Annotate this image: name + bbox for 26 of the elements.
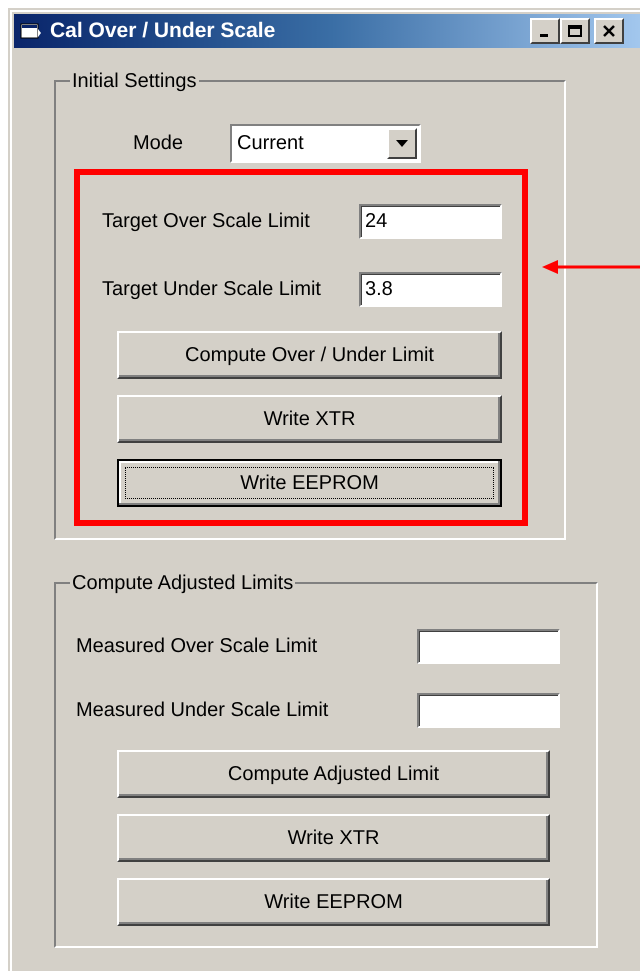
window-icon [20,21,42,41]
input-field[interactable] [417,692,560,728]
action-button[interactable]: Write XTR [117,395,502,443]
group-title: Compute Adjusted Limits [71,572,294,594]
field-label: Target Over Scale Limit [102,209,310,234]
action-button[interactable]: Write EEPROM [117,878,550,926]
minimize-button[interactable] [530,18,560,44]
action-button[interactable]: Write XTR [117,814,550,862]
field-label: Measured Over Scale Limit [76,634,318,659]
maximize-button[interactable] [560,18,590,44]
minimize-icon [540,34,548,36]
input-field[interactable] [417,628,560,664]
window-title: Cal Over / Under Scale [50,18,276,44]
group-title: Initial Settings [71,70,198,92]
field-label: Target Under Scale Limit [102,277,321,302]
action-button[interactable]: Compute Over / Under Limit [117,331,502,379]
action-button[interactable]: Write EEPROM [117,459,502,507]
input-field[interactable]: 24 [359,204,502,238]
mode-dropdown[interactable]: Current [230,124,421,162]
maximize-icon [568,25,582,37]
close-button[interactable] [594,18,624,44]
input-field[interactable]: 3.8 [359,272,502,306]
action-button[interactable]: Compute Adjusted Limit [117,750,550,798]
field-label: Measured Under Scale Limit [76,698,328,723]
mode-label: Mode [133,131,184,156]
close-icon [602,25,616,37]
